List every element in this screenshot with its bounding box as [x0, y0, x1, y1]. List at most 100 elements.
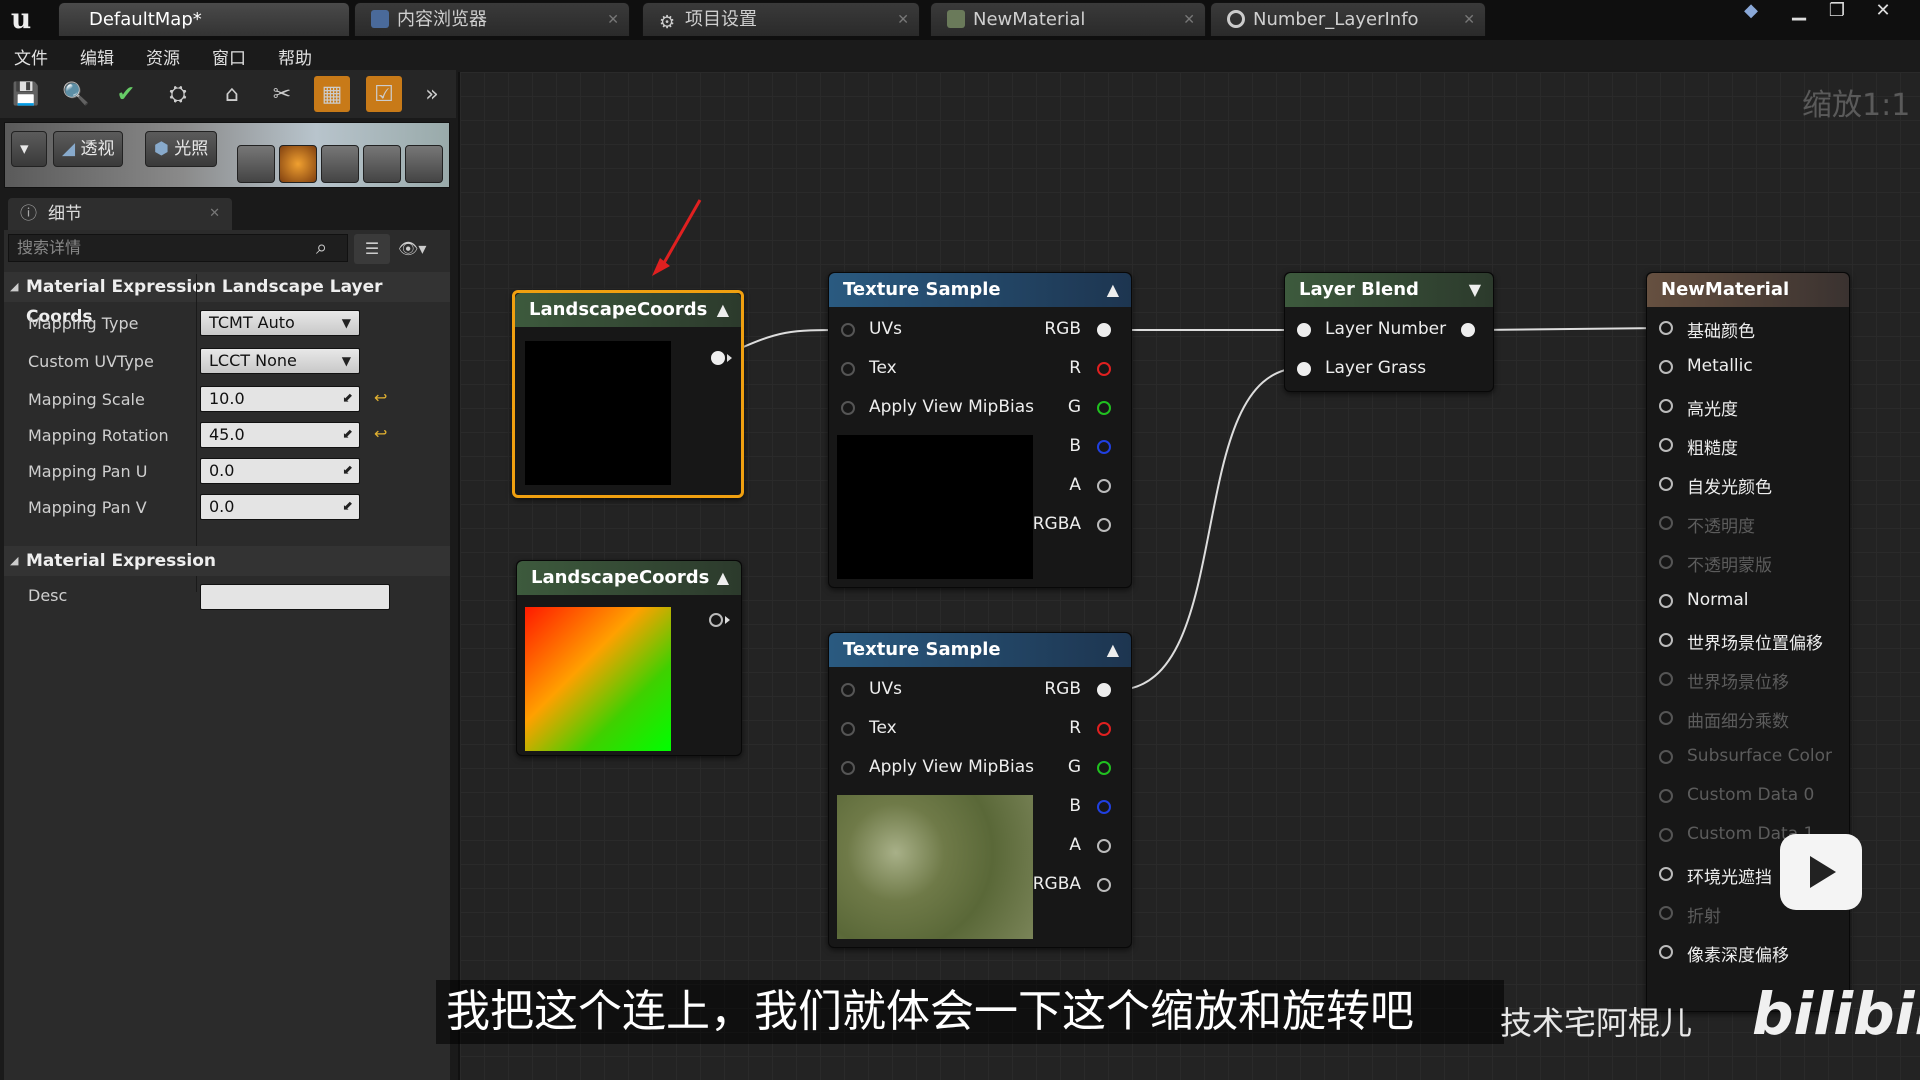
input-pin[interactable]: [1659, 711, 1673, 725]
close-icon[interactable]: ✕: [1183, 3, 1195, 37]
collapse-icon[interactable]: ▲: [717, 293, 729, 327]
output-pin[interactable]: [1097, 362, 1111, 376]
tab-number-layerinfo[interactable]: Number_LayerInfo ✕: [1210, 2, 1486, 36]
clean-up-icon[interactable]: ✂: [264, 76, 300, 112]
node-landscape-coords-selected[interactable]: LandscapeCoords ▲: [512, 290, 744, 498]
reset-to-default-icon[interactable]: ↩: [374, 388, 387, 407]
details-tab[interactable]: ⓘ 细节 ✕: [8, 198, 232, 230]
preview-viewport[interactable]: ▾ ◢ 透视 ⬢ 光照: [4, 122, 450, 188]
close-icon[interactable]: ✕: [209, 198, 220, 230]
input-pin[interactable]: [1659, 945, 1673, 959]
output-pin[interactable]: [1097, 440, 1111, 454]
desc-input[interactable]: [200, 584, 390, 610]
restore-button[interactable]: ❐: [1820, 0, 1854, 24]
input-pin[interactable]: [841, 722, 855, 736]
input-pin[interactable]: [1659, 477, 1673, 491]
collapse-icon[interactable]: ▲: [1107, 273, 1119, 307]
connectors-icon[interactable]: ▦: [314, 76, 350, 112]
output-pin[interactable]: [1097, 878, 1111, 892]
input-pin[interactable]: [1659, 438, 1673, 452]
input-pin[interactable]: [1659, 321, 1673, 335]
menu-edit[interactable]: 编辑: [80, 44, 114, 69]
drag-handle-icon[interactable]: ⬋: [342, 423, 353, 447]
tab-newmaterial[interactable]: NewMaterial ✕: [930, 2, 1206, 36]
section-material-expression[interactable]: ◢ Material Expression: [4, 546, 450, 576]
input-pin[interactable]: [1659, 399, 1673, 413]
view-options-icon[interactable]: ☰: [354, 234, 390, 264]
drag-handle-icon[interactable]: ⬋: [342, 459, 353, 483]
input-pin[interactable]: [1659, 867, 1673, 881]
mapping-pan-u-input[interactable]: 0.0 ⬋: [200, 458, 360, 484]
input-pin[interactable]: [1297, 323, 1311, 337]
mapping-rotation-input[interactable]: 45.0 ⬋: [200, 422, 360, 448]
output-pin[interactable]: [1097, 479, 1111, 493]
drag-handle-icon[interactable]: ⬋: [342, 387, 353, 411]
input-pin[interactable]: [1659, 750, 1673, 764]
input-pin[interactable]: [841, 761, 855, 775]
feedback-icon[interactable]: ◆: [1734, 0, 1768, 24]
input-pin[interactable]: [1659, 516, 1673, 530]
mapping-pan-v-input[interactable]: 0.0 ⬋: [200, 494, 360, 520]
input-pin[interactable]: [1659, 906, 1673, 920]
search-icon[interactable]: ⌕: [316, 235, 342, 261]
output-pin[interactable]: [1097, 401, 1111, 415]
browse-icon[interactable]: 🔍: [58, 76, 94, 112]
save-icon[interactable]: 💾: [8, 76, 44, 112]
sphere-preview-icon[interactable]: [279, 145, 317, 183]
output-pin[interactable]: [1461, 323, 1475, 337]
minimize-button[interactable]: ▁: [1782, 0, 1816, 24]
input-pin[interactable]: [841, 683, 855, 697]
more-tools-icon[interactable]: »: [414, 76, 450, 112]
tab-defaultmap[interactable]: DefaultMap*: [58, 2, 350, 36]
close-icon[interactable]: ✕: [607, 3, 619, 37]
menu-asset[interactable]: 资源: [146, 44, 180, 69]
close-icon[interactable]: ✕: [1463, 3, 1475, 37]
input-pin[interactable]: [1659, 360, 1673, 374]
collapse-icon[interactable]: ▲: [717, 561, 729, 595]
search-graph-icon[interactable]: ⛭: [160, 76, 196, 112]
menu-help[interactable]: 帮助: [278, 44, 312, 69]
collapse-icon[interactable]: ▲: [1107, 633, 1119, 667]
output-pin[interactable]: [711, 351, 725, 365]
output-pin[interactable]: [709, 613, 723, 627]
node-texture-sample[interactable]: Texture Sample ▲ UVs Tex Apply View MipBi…: [828, 632, 1132, 948]
input-pin[interactable]: [841, 362, 855, 376]
input-pin[interactable]: [1659, 789, 1673, 803]
tab-project-settings[interactable]: ⚙ 项目设置 ✕: [642, 2, 920, 36]
apply-icon[interactable]: ✔: [108, 76, 144, 112]
eye-icon[interactable]: 👁▾: [398, 234, 444, 264]
search-input[interactable]: 搜索详情: [8, 234, 348, 262]
node-landscape-coords[interactable]: LandscapeCoords ▲: [516, 560, 742, 756]
output-pin[interactable]: [1097, 323, 1111, 337]
input-pin[interactable]: [1659, 594, 1673, 608]
lit-button[interactable]: ⬢ 光照: [145, 131, 218, 167]
close-window-button[interactable]: ✕: [1866, 0, 1900, 24]
collapse-icon[interactable]: ▼: [1469, 273, 1481, 307]
menu-file[interactable]: 文件: [14, 44, 48, 69]
tab-content-browser[interactable]: 内容浏览器 ✕: [354, 2, 630, 36]
home-icon[interactable]: ⌂: [214, 76, 250, 112]
input-pin[interactable]: [1659, 555, 1673, 569]
output-pin[interactable]: [1097, 683, 1111, 697]
input-pin[interactable]: [841, 401, 855, 415]
cylinder-preview-icon[interactable]: [237, 145, 275, 183]
plane-preview-icon[interactable]: [321, 145, 359, 183]
custom-uvtype-combo[interactable]: LCCT None ▼: [200, 348, 360, 374]
cube-preview-icon[interactable]: [363, 145, 401, 183]
output-pin[interactable]: [1097, 761, 1111, 775]
output-pin[interactable]: [1097, 839, 1111, 853]
output-pin[interactable]: [1097, 722, 1111, 736]
output-pin[interactable]: [1097, 518, 1111, 532]
input-pin[interactable]: [1659, 633, 1673, 647]
node-layer-blend[interactable]: Layer Blend ▼ Layer Number Layer Grass: [1284, 272, 1494, 392]
close-icon[interactable]: ✕: [897, 3, 909, 37]
output-pin[interactable]: [1097, 800, 1111, 814]
input-pin[interactable]: [1659, 672, 1673, 686]
reset-to-default-icon[interactable]: ↩: [374, 424, 387, 443]
perspective-button[interactable]: ◢ 透视: [53, 131, 124, 167]
viewport-options-dropdown[interactable]: ▾: [11, 131, 47, 167]
section-landscape-layer-coords[interactable]: ◢ Material Expression Landscape Layer Co…: [4, 272, 450, 327]
input-pin[interactable]: [841, 323, 855, 337]
live-preview-icon[interactable]: ☑: [366, 76, 402, 112]
column-divider[interactable]: [196, 274, 197, 592]
